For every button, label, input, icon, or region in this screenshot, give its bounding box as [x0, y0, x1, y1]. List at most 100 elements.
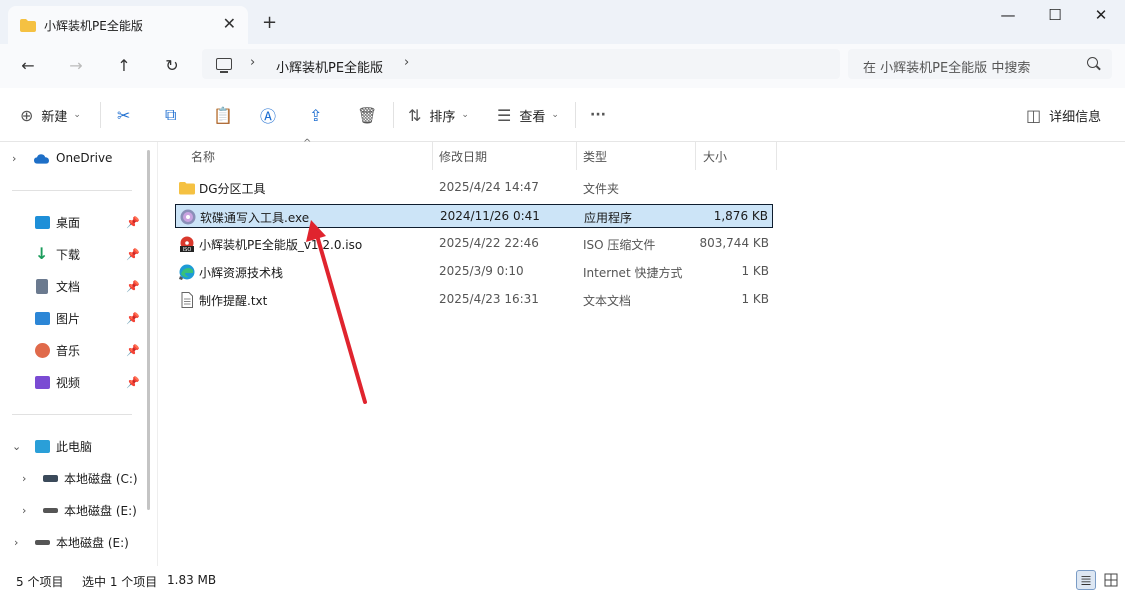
close-tab-icon[interactable]: ✕	[223, 14, 236, 33]
file-modified: 2025/3/9 0:10	[439, 264, 524, 278]
delete-button[interactable]: 🗑	[357, 104, 377, 126]
drive-icon	[43, 508, 58, 513]
disc-app-icon	[180, 209, 196, 225]
chevron-right-icon[interactable]: ›	[22, 504, 26, 517]
sidebar-item-onedrive[interactable]: › OneDrive	[0, 146, 146, 170]
title-bar: 小辉装机PE全能版 ✕ + — ☐ ✕	[0, 0, 1125, 44]
file-row-selected[interactable]: 软碟通写入工具.exe 2024/11/26 0:41 应用程序 1,876 K…	[175, 204, 773, 228]
sidebar-label: 音乐	[56, 343, 81, 358]
details-pane-button[interactable]: ◫ 详细信息	[1026, 104, 1101, 126]
sidebar-label: 文档	[56, 279, 81, 294]
maximize-button[interactable]: ☐	[1043, 6, 1067, 26]
file-row[interactable]: 小辉资源技术栈 2025/3/9 0:10 Internet 快捷方式 1 KB	[175, 260, 773, 284]
sidebar-scrollbar[interactable]	[147, 150, 150, 510]
file-size: 803,744 KB	[699, 236, 769, 250]
sidebar-item-desktop[interactable]: 桌面 📌	[0, 210, 146, 234]
sidebar-item-music[interactable]: 音乐 📌	[0, 338, 146, 362]
minimize-button[interactable]: —	[996, 6, 1020, 26]
sidebar-item-drive-e[interactable]: › 本地磁盘 (E:)	[0, 498, 146, 522]
search-input[interactable]: 在 小辉装机PE全能版 中搜索	[848, 49, 1112, 79]
copy-button[interactable]: ⧉	[165, 104, 176, 126]
trash-icon: 🗑	[357, 105, 378, 125]
back-button[interactable]: ←	[16, 54, 40, 78]
column-header-modified[interactable]: 修改日期	[439, 148, 487, 165]
computer-icon	[35, 440, 50, 453]
breadcrumb-expand-chevron[interactable]: ›	[404, 55, 409, 70]
details-label: 详细信息	[1049, 109, 1102, 125]
chevron-down-icon[interactable]: ⌄	[12, 440, 21, 453]
toolbar-divider	[100, 102, 101, 128]
file-type: Internet 快捷方式	[583, 266, 683, 280]
status-bar: 5 个项目 选中 1 个项目 1.83 MB	[0, 566, 1125, 593]
sidebar-label: 本地磁盘 (C:)	[64, 471, 138, 486]
file-name: 小辉资源技术栈	[199, 266, 284, 280]
sidebar-item-pictures[interactable]: 图片 📌	[0, 306, 146, 330]
sidebar-item-this-pc[interactable]: ⌄ 此电脑	[0, 434, 146, 458]
edge-icon	[179, 264, 195, 280]
chevron-right-icon[interactable]: ›	[22, 472, 26, 485]
pin-icon[interactable]: 📌	[126, 344, 140, 357]
status-selection: 选中 1 个项目	[82, 575, 158, 589]
file-type: 应用程序	[584, 211, 633, 225]
file-row[interactable]: 制作提醒.txt 2025/4/23 16:31 文本文档 1 KB	[175, 288, 773, 312]
column-header-size[interactable]: 大小	[703, 148, 727, 165]
cut-button[interactable]: ✂	[117, 104, 130, 126]
address-field[interactable]: › 小辉装机PE全能版 ›	[202, 49, 840, 79]
toolbar-divider	[393, 102, 394, 128]
rename-button[interactable]: Ⓐ	[260, 104, 276, 126]
column-divider[interactable]	[576, 142, 577, 170]
folder-icon	[179, 182, 195, 195]
sidebar-label: 视频	[56, 375, 81, 390]
sidebar-item-videos[interactable]: 视频 📌	[0, 370, 146, 394]
rename-icon: Ⓐ	[260, 107, 277, 126]
sidebar-item-drive-e-2[interactable]: › 本地磁盘 (E:)	[0, 530, 146, 554]
up-button[interactable]: ↑	[112, 54, 136, 78]
pin-icon[interactable]: 📌	[126, 280, 140, 293]
pin-icon[interactable]: 📌	[126, 376, 140, 389]
close-window-button[interactable]: ✕	[1089, 6, 1113, 26]
forward-button[interactable]: →	[64, 54, 88, 78]
view-button[interactable]: ☰ 查看 ⌄	[497, 104, 559, 126]
sidebar-label: OneDrive	[56, 151, 113, 165]
file-modified: 2025/4/22 22:46	[439, 236, 539, 250]
svg-text:ISO: ISO	[183, 247, 192, 252]
column-divider[interactable]	[776, 142, 777, 170]
plus-circle-icon: ⊕	[20, 105, 34, 125]
details-view-icon[interactable]	[1076, 570, 1096, 590]
chevron-right-icon[interactable]: ›	[14, 536, 18, 549]
details-pane-icon: ◫	[1026, 105, 1042, 125]
share-icon: ⇪	[309, 105, 323, 125]
file-row[interactable]: ISO 小辉装机PE全能版_v1.2.0.iso 2025/4/22 22:46…	[175, 232, 773, 256]
more-button[interactable]: ···	[590, 104, 606, 126]
pin-icon[interactable]: 📌	[126, 312, 140, 325]
sidebar-item-documents[interactable]: 文档 📌	[0, 274, 146, 298]
pin-icon[interactable]: 📌	[126, 248, 140, 261]
sort-button[interactable]: ⇅ 排序 ⌄	[408, 104, 469, 126]
column-divider[interactable]	[695, 142, 696, 170]
sidebar-label: 下载	[56, 247, 81, 262]
new-button[interactable]: ⊕ 新建 ⌄	[20, 104, 81, 126]
view-lines-icon: ☰	[497, 105, 512, 125]
pin-icon[interactable]: 📌	[126, 216, 140, 229]
command-bar: ⊕ 新建 ⌄ ✂ ⧉ 📋 Ⓐ ⇪ 🗑 ⇅ 排序 ⌄ ☰ 查看 ⌄ ··· ◫ 详…	[0, 88, 1125, 142]
chevron-right-icon[interactable]: ›	[12, 152, 16, 165]
new-tab-button[interactable]: +	[262, 12, 277, 33]
status-selected-size: 1.83 MB	[167, 573, 217, 587]
view-label: 查看	[519, 109, 546, 125]
tab-current-folder[interactable]: 小辉装机PE全能版 ✕	[8, 6, 248, 44]
file-row[interactable]: DG分区工具 2025/4/24 14:47 文件夹	[175, 176, 773, 200]
new-label: 新建	[41, 109, 68, 125]
column-divider[interactable]	[432, 142, 433, 170]
column-header-name[interactable]: 名称	[191, 148, 215, 165]
sidebar-label: 图片	[56, 311, 81, 326]
sidebar-divider	[12, 190, 132, 191]
refresh-button[interactable]: ↻	[160, 54, 184, 78]
paste-button[interactable]: 📋	[213, 104, 233, 126]
tiles-view-icon[interactable]	[1101, 570, 1121, 590]
column-header-type[interactable]: 类型	[583, 148, 607, 165]
sidebar-item-drive-c[interactable]: › 本地磁盘 (C:)	[0, 466, 146, 490]
breadcrumb-current[interactable]: 小辉装机PE全能版	[276, 57, 383, 76]
share-button[interactable]: ⇪	[309, 104, 322, 126]
sidebar-item-downloads[interactable]: ↓ 下载 📌	[0, 242, 146, 266]
sort-ascending-icon: ^	[303, 138, 312, 149]
